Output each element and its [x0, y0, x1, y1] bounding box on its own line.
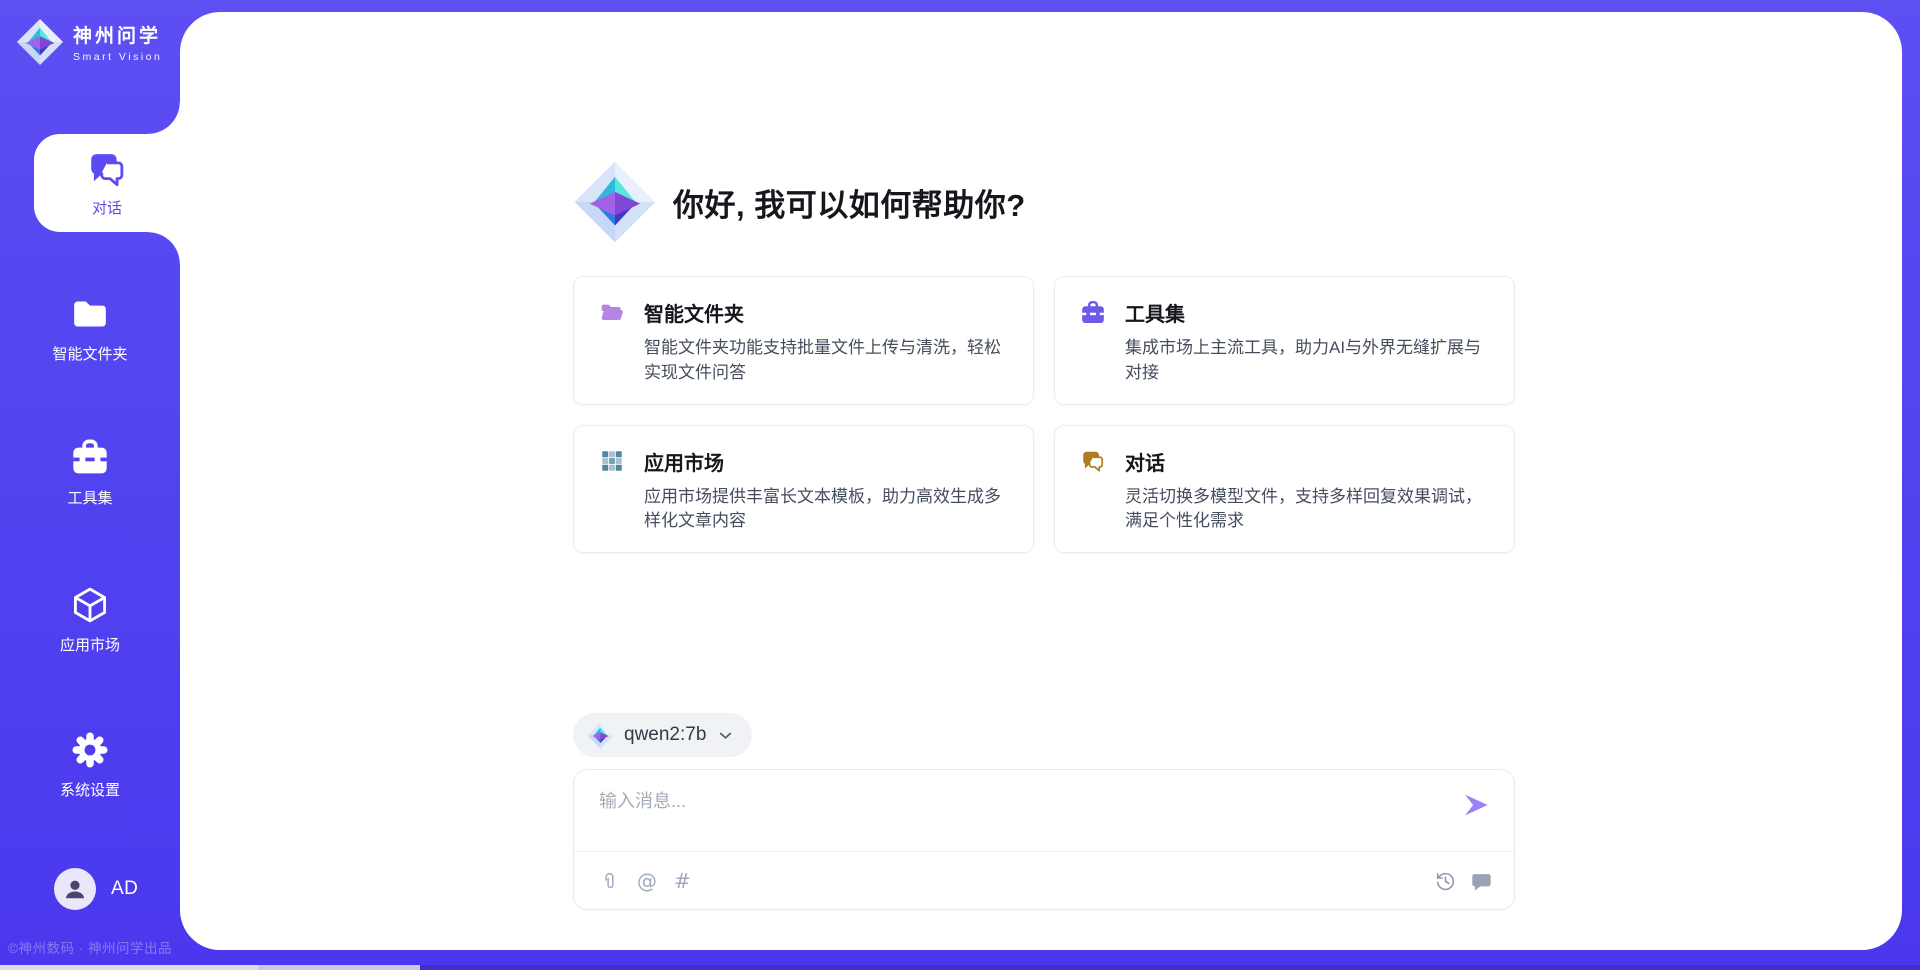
scrollbar-thumb-secondary[interactable] — [258, 965, 420, 970]
card-title: 智能文件夹 — [644, 298, 744, 327]
brand-name: 神州问学 — [73, 21, 162, 48]
sidebar: 神州问学 Smart Vision 对话 智能文件夹 工具集 应用市场 系统设置… — [0, 0, 180, 970]
history-icon — [1435, 871, 1456, 892]
chat-icon — [86, 148, 128, 190]
card-description: 灵活切换多模型文件，支持多样回复效果调试，满足个性化需求 — [1125, 485, 1490, 535]
composer-toolbar-right — [1435, 871, 1492, 892]
sidebar-item-label: 系统设置 — [60, 779, 120, 800]
mention-button[interactable]: @ — [637, 871, 657, 891]
briefcase-icon — [1080, 300, 1106, 326]
card-description: 应用市场提供丰富长文本模板，助力高效生成多样化文章内容 — [644, 485, 1009, 535]
send-icon — [1462, 791, 1490, 819]
chat-icon — [1080, 448, 1106, 474]
card-app-market[interactable]: 应用市场 应用市场提供丰富长文本模板，助力高效生成多样化文章内容 — [573, 425, 1034, 554]
composer-toolbar: @ # — [599, 852, 1492, 910]
sidebar-item-label: 对话 — [92, 197, 122, 218]
history-button[interactable] — [1435, 871, 1456, 892]
card-title: 工具集 — [1125, 298, 1185, 327]
feature-cards: 智能文件夹 智能文件夹功能支持批量文件上传与清洗，轻松实现文件问答 工具集 集成… — [573, 276, 1515, 553]
send-button[interactable] — [1462, 791, 1490, 819]
card-header: 应用市场 — [599, 447, 1009, 476]
card-header: 对话 — [1080, 447, 1490, 476]
cube-icon — [70, 585, 110, 625]
avatar — [54, 868, 96, 910]
at-sign-icon: @ — [637, 871, 657, 891]
gear-icon — [70, 730, 110, 770]
app-root: { "brand": { "name": "神州问学", "subtitle":… — [0, 0, 1920, 970]
hashtag-button[interactable]: # — [674, 871, 691, 891]
paperclip-icon — [599, 871, 620, 892]
hash-icon: # — [674, 871, 691, 891]
card-toolset[interactable]: 工具集 集成市场上主流工具，助力AI与外界无缝扩展与对接 — [1054, 276, 1515, 405]
sidebar-item-label: 工具集 — [67, 487, 112, 508]
folder-open-icon — [599, 300, 625, 326]
card-title: 应用市场 — [644, 447, 724, 476]
brand-diamond-logo-icon — [16, 18, 64, 66]
attachment-button[interactable] — [599, 871, 620, 892]
model-selector[interactable]: qwen2:7b — [573, 713, 752, 757]
main-panel: 你好, 我可以如何帮助你? 智能文件夹 智能文件夹功能支持批量文件上传与清洗，轻… — [180, 12, 1902, 950]
main-content: 你好, 我可以如何帮助你? 智能文件夹 智能文件夹功能支持批量文件上传与清洗，轻… — [573, 12, 1515, 950]
brand-text: 神州问学 Smart Vision — [73, 18, 162, 63]
sidebar-item-app-market[interactable]: 应用市场 — [0, 585, 180, 655]
user-name: AD — [111, 878, 138, 900]
card-title: 对话 — [1125, 447, 1165, 476]
hero-diamond-logo-icon — [573, 160, 657, 244]
message-input[interactable] — [599, 787, 1399, 845]
sidebar-item-smart-folder[interactable]: 智能文件夹 — [0, 294, 180, 364]
sidebar-item-settings[interactable]: 系统设置 — [0, 730, 180, 800]
toolbox-icon — [70, 438, 110, 478]
sidebar-item-label: 应用市场 — [60, 634, 120, 655]
user-profile[interactable]: AD — [54, 868, 138, 910]
greeting-heading: 你好, 我可以如何帮助你? — [673, 180, 1026, 225]
card-description: 智能文件夹功能支持批量文件上传与清洗，轻松实现文件问答 — [644, 336, 1009, 386]
card-description: 集成市场上主流工具，助力AI与外界无缝扩展与对接 — [1125, 336, 1490, 386]
horizontal-scrollbar[interactable] — [0, 965, 1920, 970]
card-smart-folder[interactable]: 智能文件夹 智能文件夹功能支持批量文件上传与清洗，轻松实现文件问答 — [573, 276, 1034, 405]
card-header: 工具集 — [1080, 298, 1490, 327]
grid-icon — [599, 448, 625, 474]
sidebar-item-label: 智能文件夹 — [52, 343, 127, 364]
model-diamond-logo-icon — [587, 722, 614, 749]
card-header: 智能文件夹 — [599, 298, 1009, 327]
sidebar-item-toolset[interactable]: 工具集 — [0, 438, 180, 508]
person-icon — [62, 876, 88, 902]
chevron-down-icon — [716, 726, 735, 745]
copyright-footer: ©神州数码 · 神州问学出品 — [8, 937, 172, 957]
message-composer: @ # — [573, 769, 1515, 910]
scrollbar-thumb[interactable] — [0, 965, 258, 970]
chat-bubble-icon — [1471, 871, 1492, 892]
hero: 你好, 我可以如何帮助你? — [573, 160, 1026, 244]
brand: 神州问学 Smart Vision — [16, 18, 162, 66]
conversation-button[interactable] — [1471, 871, 1492, 892]
model-name: qwen2:7b — [624, 724, 706, 746]
folder-icon — [70, 294, 110, 334]
sidebar-item-chat[interactable]: 对话 — [34, 134, 180, 232]
card-chat[interactable]: 对话 灵活切换多模型文件，支持多样回复效果调试，满足个性化需求 — [1054, 425, 1515, 554]
brand-subtitle: Smart Vision — [73, 51, 162, 63]
